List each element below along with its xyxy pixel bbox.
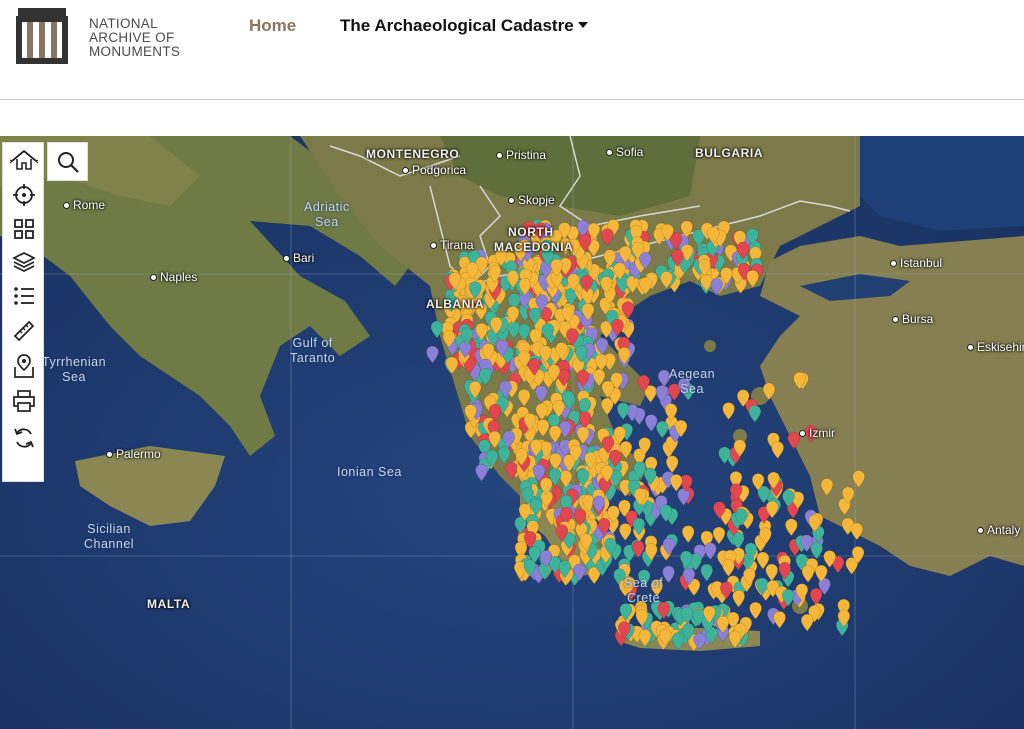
- city-skopje: Skopje: [508, 193, 555, 207]
- nav-cadastre-dropdown[interactable]: The Archaeological Cadastre: [340, 16, 588, 36]
- city-naples: Naples: [150, 270, 197, 284]
- site-header: NATIONAL ARCHIVE OF MONUMENTS Home The A…: [0, 0, 1024, 100]
- city-istanbul: Istanbul: [890, 256, 942, 270]
- country-malta: MALTA: [147, 597, 191, 611]
- refresh-icon[interactable]: [8, 423, 40, 453]
- map-view[interactable]: Rome Naples Bari Palermo Podgorica Prist…: [0, 136, 1024, 729]
- map-pin-icon[interactable]: [8, 351, 40, 381]
- sea-ionian: Ionian Sea: [337, 465, 402, 479]
- nav-cadastre-label: The Archaeological Cadastre: [340, 16, 574, 35]
- city-eskisehir: Eskisehir: [967, 340, 1024, 354]
- city-pristina: Pristina: [496, 148, 546, 162]
- list-icon[interactable]: [8, 281, 40, 311]
- print-icon[interactable]: [8, 386, 40, 416]
- country-montenegro: MONTENEGRO: [366, 147, 460, 161]
- map-toolbar: [2, 142, 44, 482]
- sea-tyrrhenian: Tyrrhenian Sea: [42, 355, 107, 384]
- sea-sicilian-channel: Sicilian Channel: [84, 522, 135, 551]
- layers-icon[interactable]: [8, 247, 40, 277]
- city-podgorica: Podgorica: [402, 163, 466, 177]
- city-bursa: Bursa: [892, 312, 933, 326]
- city-bari: Bari: [283, 251, 314, 265]
- logo-line-2: ARCHIVE OF: [89, 30, 175, 45]
- country-north-macedonia-line1: NORTH: [508, 225, 554, 239]
- search-icon: [57, 151, 79, 173]
- logo-text: NATIONAL ARCHIVE OF MONUMENTS: [89, 17, 180, 59]
- logo-line-3: MONUMENTS: [89, 44, 181, 59]
- sea-aegean: Aegean Sea: [669, 367, 716, 396]
- search-button[interactable]: [47, 142, 88, 181]
- nav-home-link[interactable]: Home: [249, 16, 296, 36]
- city-izmir: Izmir: [799, 426, 835, 440]
- ruler-icon[interactable]: [8, 316, 40, 346]
- country-bulgaria: BULGARIA: [695, 146, 764, 160]
- country-north-macedonia-line2: MACEDONIA: [494, 240, 574, 254]
- locate-icon[interactable]: [8, 180, 40, 210]
- city-sofia: Sofia: [606, 145, 643, 159]
- sea-gulf-of-taranto: Gulf of Taranto: [290, 336, 336, 365]
- logo-line-1: NATIONAL: [89, 16, 158, 31]
- country-albania: ALBANIA: [426, 297, 485, 311]
- sea-of-crete: Sea of Crete: [624, 576, 664, 605]
- home-icon[interactable]: [8, 145, 40, 175]
- grid-icon[interactable]: [8, 214, 40, 244]
- caret-down-icon: [577, 21, 588, 28]
- sea-adriatic: Adriatic Sea: [304, 200, 350, 229]
- city-palermo: Palermo: [106, 447, 161, 461]
- city-antalya: Antaly: [977, 523, 1020, 537]
- city-tirana: Tirana: [430, 238, 474, 252]
- archive-logo-icon[interactable]: [16, 8, 68, 64]
- city-rome: Rome: [63, 198, 105, 212]
